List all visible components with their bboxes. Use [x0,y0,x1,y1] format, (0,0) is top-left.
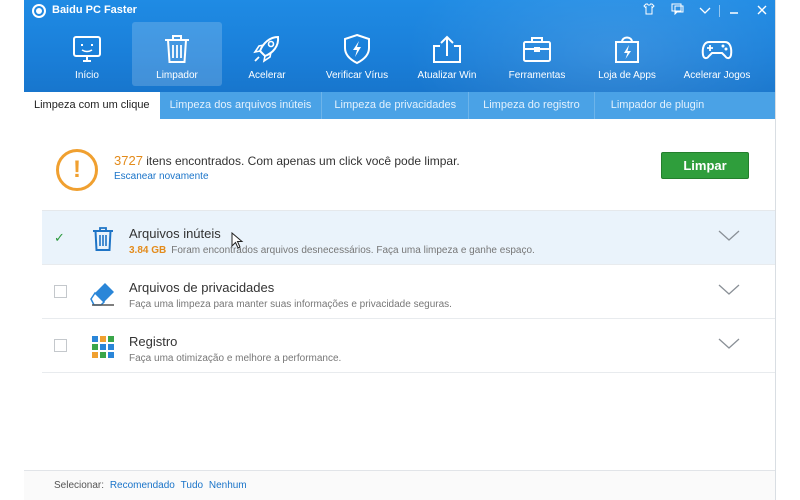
menu-chevron-icon[interactable] [691,0,719,22]
shopping-bag-icon [615,36,639,63]
nav-acelerar[interactable]: Acelerar [222,22,312,86]
minimize-button[interactable] [720,0,748,22]
main-nav: Início Limpador Acelerar Verificar Vírus… [24,22,775,88]
checkbox-checked[interactable]: ✓ [54,231,67,244]
chevron-down-icon[interactable] [718,283,740,297]
nav-label: Início [75,70,99,81]
select-none-link[interactable]: Nenhum [209,480,247,491]
item-title: Arquivos de privacidades [129,280,275,295]
tab-limpeza-um-clique[interactable]: Limpeza com um clique [24,92,160,119]
scan-summary: 3727 itens encontrados. Com apenas um cl… [114,153,460,168]
select-recommended-link[interactable]: Recomendado [110,480,175,491]
rocket-icon [253,35,280,63]
skin-icon[interactable] [635,0,663,22]
monitor-smile-icon [73,36,101,62]
nav-limpador[interactable]: Limpador [132,22,222,86]
toolbox-icon [523,37,551,62]
select-label: Selecionar: [54,480,105,491]
list-item-arquivos-inuteis[interactable]: ✓ Arquivos inúteis 3.84 GB Foram encontra… [42,211,775,265]
item-description: 3.84 GB Foram encontrados arquivos desnec… [129,245,535,256]
scan-summary-text: itens encontrados. Com apenas um click v… [142,154,460,168]
nav-inicio[interactable]: Início [42,22,132,86]
item-description-text: Foram encontrados arquivos desnecessário… [171,245,535,256]
chevron-down-icon[interactable] [718,229,740,243]
list-item-arquivos-privacidades[interactable]: Arquivos de privacidades Faça uma limpez… [42,265,775,319]
tab-privacidades[interactable]: Limpeza de privacidades [322,92,470,119]
clean-button[interactable]: Limpar [661,152,749,179]
nav-acelerar-jogos[interactable]: Acelerar Jogos [672,22,762,86]
tab-arquivos-inuteis[interactable]: Limpeza dos arquivos inúteis [160,92,323,119]
selection-footer: Selecionar: Recomendado Tudo Nenhum [24,470,775,500]
items-found-count: 3727 [114,153,143,168]
select-all-link[interactable]: Tudo [181,480,203,491]
feedback-icon[interactable] [663,0,691,22]
baidu-logo-icon [32,4,46,18]
gamepad-icon [701,41,733,60]
shield-bolt-icon [344,33,370,65]
item-description: Faça uma limpeza para manter suas inform… [129,299,452,310]
trash-icon [165,35,189,63]
nav-label: Loja de Apps [598,70,656,81]
nav-label: Atualizar Win [417,70,477,81]
nav-label: Acelerar Jogos [683,70,751,81]
tab-plugin[interactable]: Limpador de plugin [595,92,721,119]
nav-loja-de-apps[interactable]: Loja de Apps [582,22,672,86]
item-size: 3.84 GB [129,245,167,256]
app-window: Baidu PC Faster Início Limpador Acelerar… [24,0,776,500]
nav-atualizar-win[interactable]: Atualizar Win [402,22,492,86]
nav-label: Acelerar [248,70,286,81]
item-description: Faça uma otimização e melhore a performa… [129,353,342,364]
tab-registro[interactable]: Limpeza do registro [469,92,595,119]
scan-result-banner: ! 3727 itens encontrados. Com apenas um … [24,119,775,211]
sub-tabs: Limpeza com um clique Limpeza dos arquiv… [24,92,775,119]
mouse-cursor-icon [231,232,244,249]
nav-label: Verificar Vírus [325,70,389,81]
clean-item-list: ✓ Arquivos inúteis 3.84 GB Foram encontra… [42,211,775,373]
window-controls [635,0,775,22]
item-title: Arquivos inúteis [129,226,221,241]
title-bar: Baidu PC Faster Início Limpador Acelerar… [24,0,775,160]
close-button[interactable] [748,0,775,22]
nav-ferramentas[interactable]: Ferramentas [492,22,582,86]
app-title: Baidu PC Faster [52,4,137,16]
rescan-link[interactable]: Escanear novamente [114,171,209,182]
checkbox[interactable] [54,285,67,298]
registry-grid-icon [92,336,114,358]
nav-label: Ferramentas [508,70,566,81]
item-title: Registro [129,334,178,349]
upload-icon [433,35,461,63]
nav-verificar-virus[interactable]: Verificar Vírus [312,22,402,86]
nav-label: Limpador [156,70,198,81]
warning-icon: ! [56,149,98,191]
checkbox[interactable] [54,339,67,352]
trash-icon [93,227,113,251]
eraser-icon [90,283,114,306]
chevron-down-icon[interactable] [718,337,740,351]
list-item-registro[interactable]: Registro Faça uma otimização e melhore a… [42,319,775,373]
